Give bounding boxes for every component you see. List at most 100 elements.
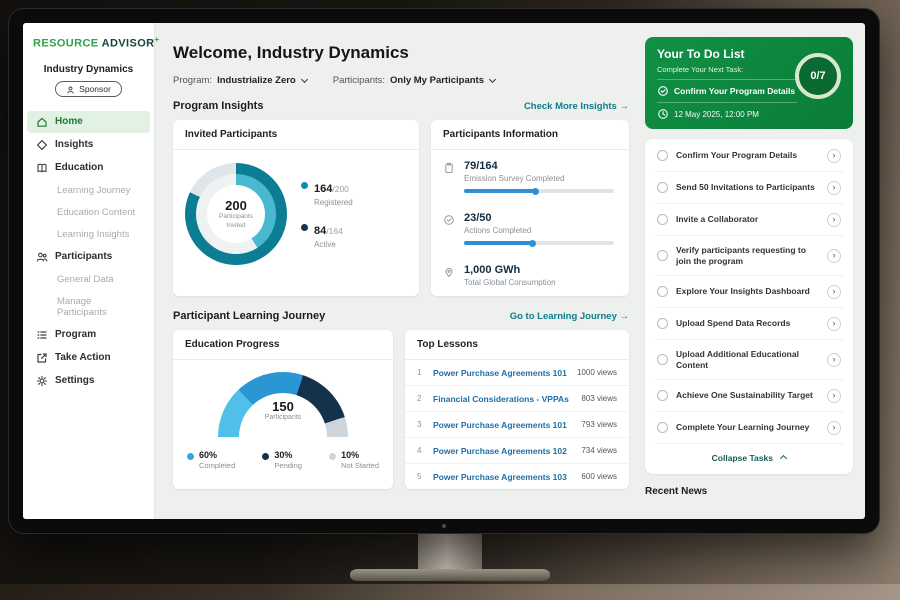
- actions-progress-bar: [464, 241, 614, 245]
- education-gauge-chart: 150 Participants: [218, 372, 348, 438]
- info-label: Emission Survey Completed: [464, 174, 614, 183]
- task-row[interactable]: Verify participants requesting to join t…: [655, 236, 843, 276]
- brand-secondary: ADVISOR: [102, 38, 155, 50]
- program-filter-value: Industrialize Zero: [217, 75, 296, 86]
- task-label: Explore Your Insights Dashboard: [676, 286, 819, 297]
- sidebar-item-learning-journey[interactable]: Learning Journey: [27, 180, 150, 201]
- sidebar-item-insights[interactable]: Insights: [27, 134, 150, 156]
- chevron-right-icon[interactable]: ›: [827, 421, 841, 435]
- info-label: Total Global Consumption: [464, 278, 556, 287]
- sidebar-item-take-action[interactable]: Take Action: [27, 347, 150, 369]
- lesson-title-link[interactable]: Power Purchase Agreements 101: [433, 420, 572, 430]
- chevron-right-icon[interactable]: ›: [827, 249, 841, 263]
- dashboard-screen: RESOURCE ADVISOR+ Industry Dynamics Spon…: [23, 23, 865, 519]
- learning-journey-header: Participant Learning Journey Go to Learn…: [173, 310, 629, 322]
- gauge-legend: 60% Completed 30% Pending: [173, 438, 393, 482]
- sidebar-item-participants[interactable]: Participants: [27, 246, 150, 268]
- lesson-row[interactable]: 3 Power Purchase Agreements 101 793 view…: [405, 412, 629, 438]
- sidebar-item-program[interactable]: Program: [27, 324, 150, 346]
- sidebar-item-manage-participants[interactable]: Manage Participants: [27, 291, 150, 323]
- list-icon: [36, 329, 48, 341]
- task-label: Send 50 Invitations to Participants: [676, 182, 819, 193]
- task-row[interactable]: Upload Additional Educational Content ›: [655, 340, 843, 380]
- task-checkbox[interactable]: [657, 214, 668, 225]
- invited-participants-card: Invited Participants 200 Participants In…: [173, 120, 419, 296]
- task-checkbox[interactable]: [657, 150, 668, 161]
- lesson-title-link[interactable]: Power Purchase Agreements 101: [433, 368, 568, 378]
- task-row[interactable]: Achieve One Sustainability Target ›: [655, 380, 843, 412]
- check-more-insights-link[interactable]: Check More Insights →: [524, 101, 629, 112]
- check-circle-icon: [657, 85, 669, 97]
- lesson-views: 600 views: [581, 472, 617, 481]
- program-filter-label: Program:: [173, 75, 212, 86]
- legend-value: 84: [314, 225, 326, 237]
- task-row[interactable]: Send 50 Invitations to Participants ›: [655, 172, 843, 204]
- task-row[interactable]: Upload Spend Data Records ›: [655, 308, 843, 340]
- lesson-title-link[interactable]: Power Purchase Agreements 103: [433, 472, 572, 482]
- task-checkbox[interactable]: [657, 250, 668, 261]
- home-icon: [36, 116, 48, 128]
- chevron-right-icon[interactable]: ›: [827, 149, 841, 163]
- sidebar-item-label: Education: [55, 162, 103, 173]
- program-insights-header: Program Insights Check More Insights →: [173, 100, 629, 112]
- sidebar-item-education-content[interactable]: Education Content: [27, 202, 150, 223]
- sidebar-item-education[interactable]: Education: [27, 157, 150, 179]
- task-row[interactable]: Confirm Your Program Details ›: [655, 140, 843, 172]
- legend-total: /200: [332, 184, 349, 194]
- program-filter-dropdown[interactable]: Program: Industrialize Zero: [173, 75, 307, 86]
- task-checkbox[interactable]: [657, 354, 668, 365]
- task-row[interactable]: Explore Your Insights Dashboard ›: [655, 276, 843, 308]
- chevron-right-icon[interactable]: ›: [827, 389, 841, 403]
- emission-progress-bar: [464, 189, 614, 193]
- chevron-right-icon[interactable]: ›: [827, 317, 841, 331]
- donut-legend: 164/200 Registered 84/164 Active: [301, 179, 353, 249]
- sponsor-badge[interactable]: Sponsor: [55, 81, 122, 97]
- person-icon: [66, 84, 75, 93]
- main-content: Welcome, Industry Dynamics Program: Indu…: [155, 23, 641, 519]
- task-row[interactable]: Invite a Collaborator ›: [655, 204, 843, 236]
- task-checkbox[interactable]: [657, 286, 668, 297]
- collapse-tasks-button[interactable]: Collapse Tasks: [655, 444, 843, 473]
- task-label: Upload Spend Data Records: [676, 318, 819, 329]
- todo-next-task-label: Confirm Your Program Details: [674, 86, 795, 96]
- todo-progress-ring: 0/7: [795, 53, 841, 99]
- sidebar-item-settings[interactable]: Settings: [27, 370, 150, 392]
- task-checkbox[interactable]: [657, 422, 668, 433]
- task-checkbox[interactable]: [657, 318, 668, 329]
- location-pin-icon: [443, 265, 455, 277]
- lesson-row[interactable]: 1 Power Purchase Agreements 101 1000 vie…: [405, 360, 629, 386]
- education-progress-card: Education Progress 150 Participants: [173, 330, 393, 489]
- chevron-right-icon[interactable]: ›: [827, 285, 841, 299]
- lesson-row[interactable]: 4 Power Purchase Agreements 102 734 view…: [405, 438, 629, 464]
- lesson-rank: 1: [417, 368, 424, 377]
- chevron-up-icon: [780, 455, 787, 462]
- task-row[interactable]: Complete Your Learning Journey ›: [655, 412, 843, 444]
- participants-filter-dropdown[interactable]: Participants: Only My Participants: [333, 75, 495, 86]
- task-checkbox[interactable]: [657, 390, 668, 401]
- chevron-right-icon[interactable]: ›: [827, 181, 841, 195]
- todo-task-list: Confirm Your Program Details › Send 50 I…: [645, 139, 853, 474]
- todo-next-task[interactable]: Confirm Your Program Details: [657, 79, 797, 103]
- legend-value: 164: [314, 183, 332, 195]
- sidebar: RESOURCE ADVISOR+ Industry Dynamics Spon…: [23, 23, 155, 519]
- brand-logo[interactable]: RESOURCE ADVISOR+: [23, 35, 154, 50]
- clipboard-icon: [443, 161, 455, 173]
- lesson-title-link[interactable]: Power Purchase Agreements 102: [433, 446, 572, 456]
- lesson-row[interactable]: 5 Power Purchase Agreements 103 600 view…: [405, 464, 629, 489]
- participants-filter-value: Only My Participants: [390, 75, 484, 86]
- legend-pct: 60%: [199, 450, 235, 460]
- legend-dot: [301, 182, 308, 189]
- legend-pct: 10%: [341, 450, 379, 460]
- go-to-learning-journey-link[interactable]: Go to Learning Journey →: [510, 311, 629, 322]
- lesson-title-link[interactable]: Financial Considerations - VPPAs: [433, 394, 572, 404]
- monitor-stand-base: [350, 569, 550, 581]
- todo-progress-value: 0/7: [810, 70, 825, 82]
- sidebar-item-learning-insights[interactable]: Learning Insights: [27, 224, 150, 245]
- chevron-right-icon[interactable]: ›: [827, 353, 841, 367]
- chevron-right-icon[interactable]: ›: [827, 213, 841, 227]
- task-checkbox[interactable]: [657, 182, 668, 193]
- sidebar-item-home[interactable]: Home: [27, 111, 150, 133]
- lesson-row[interactable]: 2 Financial Considerations - VPPAs 803 v…: [405, 386, 629, 412]
- desk-surface: [0, 584, 900, 600]
- sidebar-item-general-data[interactable]: General Data: [27, 269, 150, 290]
